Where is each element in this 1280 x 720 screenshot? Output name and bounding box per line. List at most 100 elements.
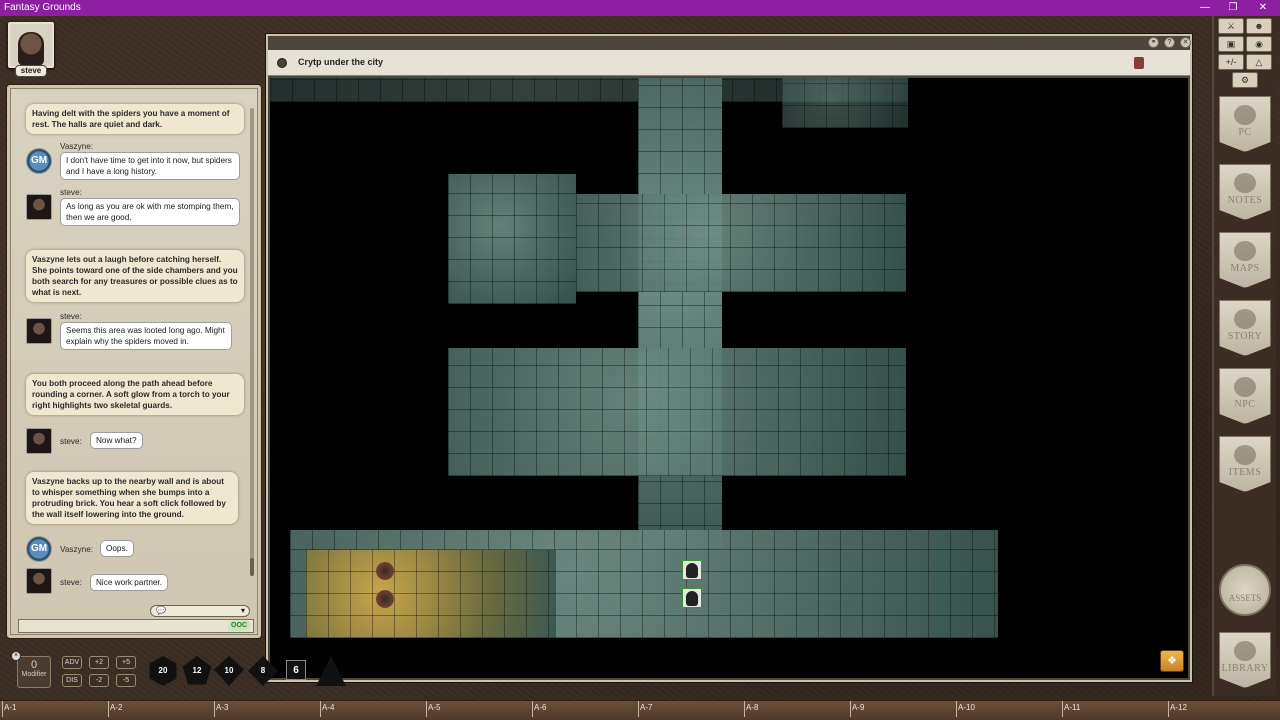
message-speaker: steve:: [60, 312, 82, 321]
speech-bubble-icon: 💬: [156, 606, 166, 615]
close-map-button[interactable]: ✕: [1180, 37, 1191, 48]
story-message: Having delt with the spiders you have a …: [26, 104, 244, 134]
tab-label: STORY: [1227, 331, 1263, 342]
message-speaker: steve:: [60, 578, 82, 587]
modifier-box[interactable]: 0 Modifier: [17, 656, 51, 688]
hotkey-slot[interactable]: A-12: [1168, 701, 1187, 717]
message-speaker: Vaszyne:: [60, 545, 94, 554]
chat-log[interactable]: Having delt with the spiders you have a …: [16, 94, 248, 594]
hotkey-slot[interactable]: A-3: [213, 701, 228, 717]
dis-button[interactable]: DIS: [62, 674, 82, 687]
helmet-icon: [1234, 105, 1256, 125]
modifiers-button[interactable]: +/-: [1218, 54, 1244, 70]
chat-scroll-thumb[interactable]: [250, 558, 254, 576]
map-room: [576, 194, 906, 292]
gm-avatar-icon: GM: [26, 148, 52, 174]
effects-icon[interactable]: ◉: [1246, 36, 1272, 52]
message-speaker: Vaszyne:: [60, 142, 94, 151]
modifier-caption: Modifier: [21, 671, 47, 678]
hotkey-slot[interactable]: A-5: [425, 701, 440, 717]
message-speaker: steve:: [60, 188, 82, 197]
assets-button[interactable]: ASSETS: [1219, 564, 1271, 616]
map-header: Crytp under the city: [268, 50, 1190, 76]
right-sidebar: ⚔ ☻ ▣ ◉ +/- △ ⚙ PC NOTES MAPS STORY NPC …: [1212, 16, 1276, 696]
map-corridor: [638, 78, 722, 548]
tab-maps[interactable]: MAPS: [1219, 232, 1271, 288]
chat-bubble: Nice work partner.: [90, 574, 168, 591]
lock-icon[interactable]: [1134, 57, 1144, 69]
hotkey-slot[interactable]: A-7: [637, 701, 652, 717]
map-icon: [1234, 241, 1256, 261]
hotkey-slot[interactable]: A-4: [319, 701, 334, 717]
modifier-value: 0: [30, 659, 38, 671]
tab-label: NOTES: [1227, 195, 1263, 206]
message-speaker: steve:: [60, 437, 82, 446]
tab-label: ITEMS: [1228, 467, 1262, 478]
hotkey-slot[interactable]: A-10: [956, 701, 975, 717]
map-room: [448, 174, 576, 304]
library-button[interactable]: LIBRARY: [1219, 632, 1271, 688]
skeleton-guard-icon[interactable]: [376, 562, 394, 580]
hotkey-slot[interactable]: A-2: [107, 701, 122, 717]
hotkey-slot[interactable]: A-6: [531, 701, 546, 717]
tab-pc[interactable]: PC: [1219, 96, 1271, 152]
hotkey-bar: A-1 A-2 A-3 A-4 A-5 A-6 A-7 A-8 A-9 A-10…: [0, 700, 1280, 720]
chat-scrollbar[interactable]: [250, 108, 254, 576]
plus5-button[interactable]: +5: [116, 656, 136, 669]
tab-label: NPC: [1234, 399, 1256, 410]
story-message: Vaszyne lets out a laugh before catching…: [26, 250, 244, 302]
tab-story[interactable]: STORY: [1219, 300, 1271, 356]
hotkey-slot[interactable]: A-8: [743, 701, 758, 717]
map-title: Crytp under the city: [298, 57, 384, 67]
combat-tracker-icon[interactable]: ⚔: [1218, 18, 1244, 34]
library-label: LIBRARY: [1221, 663, 1269, 674]
tab-label: PC: [1238, 127, 1252, 138]
plus2-button[interactable]: +2: [89, 656, 109, 669]
restore-button[interactable]: ❐: [1220, 0, 1246, 16]
story-message: You both proceed along the path ahead be…: [26, 374, 244, 415]
adv-button[interactable]: ADV: [62, 656, 82, 669]
chat-mode-select[interactable]: 💬 ▾: [150, 605, 250, 617]
hotkey-slot[interactable]: A-9: [849, 701, 864, 717]
gear-icon[interactable]: ⚙: [1232, 72, 1258, 88]
map-menu-icon[interactable]: [277, 58, 287, 68]
close-button[interactable]: ✕: [1250, 0, 1276, 16]
identity-portrait[interactable]: [8, 22, 54, 68]
quill-icon: [1234, 173, 1256, 193]
book-icon: [1234, 641, 1256, 661]
window-title-bar: Fantasy Grounds — ❐ ✕: [0, 0, 1280, 16]
hotkey-slot[interactable]: A-1: [1, 701, 16, 717]
map-canvas[interactable]: [270, 78, 1188, 678]
tab-items[interactable]: ITEMS: [1219, 436, 1271, 492]
tab-notes[interactable]: NOTES: [1219, 164, 1271, 220]
theater-masks-icon: [1234, 309, 1256, 329]
help-button[interactable]: ?: [1164, 37, 1175, 48]
portrait-figure-icon: [18, 32, 44, 66]
window-title: Fantasy Grounds: [4, 2, 81, 13]
map-room: [448, 348, 906, 476]
tab-label: MAPS: [1230, 263, 1260, 274]
minimize-button[interactable]: —: [1192, 0, 1218, 16]
minus5-button[interactable]: -5: [116, 674, 136, 687]
chat-bubble: Now what?: [90, 432, 143, 449]
character-token[interactable]: [682, 560, 702, 580]
tab-npc[interactable]: NPC: [1219, 368, 1271, 424]
calendar-icon[interactable]: ▣: [1218, 36, 1244, 52]
hotkey-slot[interactable]: A-11: [1061, 701, 1080, 717]
chevron-down-icon: ▾: [240, 606, 245, 615]
party-sheet-icon[interactable]: ☻: [1246, 18, 1272, 34]
character-token[interactable]: [682, 588, 702, 608]
skeleton-guard-icon[interactable]: [376, 590, 394, 608]
map-tools-button[interactable]: ❖: [1160, 650, 1184, 672]
characters-icon[interactable]: △: [1246, 54, 1272, 70]
d6-die-icon[interactable]: 6: [286, 660, 306, 680]
ooc-toggle[interactable]: OOC: [228, 621, 250, 631]
minus2-button[interactable]: -2: [89, 674, 109, 687]
steve-avatar-icon: [26, 194, 52, 220]
modifier-lock-icon[interactable]: ×: [11, 651, 21, 661]
sword-shield-icon: [1234, 445, 1256, 465]
gm-avatar-icon: GM: [26, 536, 52, 562]
story-message: Vaszyne backs up to the nearby wall and …: [26, 472, 238, 524]
chat-entry-field[interactable]: OOC: [18, 619, 254, 633]
link-icon[interactable]: ⚭: [1148, 37, 1159, 48]
